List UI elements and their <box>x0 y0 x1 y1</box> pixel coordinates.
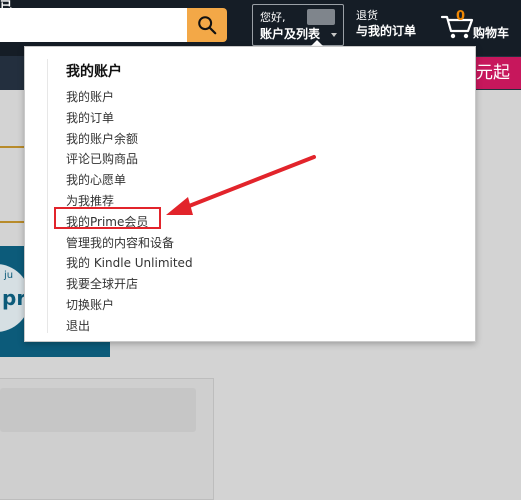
content-panel-inner <box>0 388 196 432</box>
menu-item-review-purchases[interactable]: 评论已购商品 <box>66 149 193 170</box>
menu-item-my-account[interactable]: 我的账户 <box>66 87 193 108</box>
menu-item-global-selling[interactable]: 我要全球开店 <box>66 274 193 295</box>
cart-label: 购物车 <box>473 26 510 40</box>
flyout-divider <box>47 59 48 333</box>
menu-item-wishlist[interactable]: 我的心愿单 <box>66 170 193 191</box>
returns-and-orders-link[interactable]: 退货 与我的订单 <box>356 9 417 39</box>
search-icon <box>198 16 217 35</box>
greeting-text: 您好, <box>260 11 286 24</box>
prime-logo-text: pr <box>2 286 27 310</box>
orders-label: 与我的订单 <box>356 24 417 38</box>
account-and-lists-button[interactable]: 您好, 账户及列表 <box>252 4 344 46</box>
divider-line <box>0 221 27 223</box>
returns-label: 退货 <box>356 9 378 22</box>
chevron-down-icon <box>331 33 337 37</box>
menu-item-switch-account[interactable]: 切换账户 <box>66 295 193 316</box>
account-flyout-menu: 我的账户 我的账户 我的订单 我的账户余额 评论已购商品 我的心愿单 为我推荐 … <box>24 46 476 342</box>
menu-item-account-balance[interactable]: 我的账户余额 <box>66 129 193 150</box>
redacted-username <box>307 9 335 25</box>
search-button[interactable] <box>187 8 227 42</box>
menu-item-my-orders[interactable]: 我的订单 <box>66 108 193 129</box>
divider-line <box>0 146 27 148</box>
flyout-title: 我的账户 <box>66 64 122 80</box>
menu-item-sign-out[interactable]: 退出 <box>66 316 193 337</box>
menu-item-kindle-unlimited[interactable]: 我的 Kindle Unlimited <box>66 253 193 274</box>
cart-count: 0 <box>456 9 466 24</box>
annotation-highlight-box <box>54 207 161 229</box>
account-and-lists-label: 账户及列表 <box>260 27 321 41</box>
prime-logo-text-small: ju <box>4 270 14 281</box>
search-input[interactable] <box>0 8 187 42</box>
menu-item-content-devices[interactable]: 管理我的内容和设备 <box>66 233 193 254</box>
cart-button[interactable]: 0 购物车 <box>440 8 521 46</box>
